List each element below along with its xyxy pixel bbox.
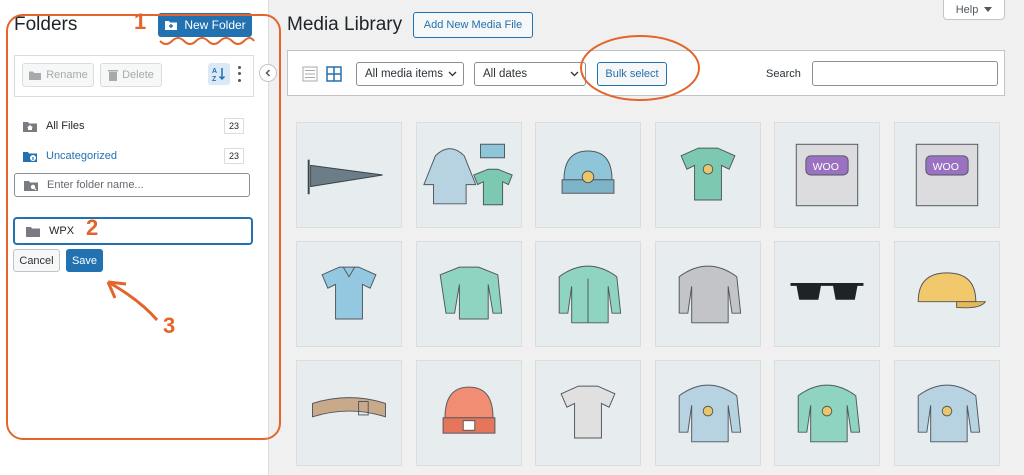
hoodie-blue-icon	[917, 384, 980, 443]
folder-count: 23	[224, 148, 244, 164]
save-button[interactable]: Save	[66, 249, 103, 272]
media-grid: WOO WOO	[296, 122, 1008, 466]
folder-name-input[interactable]	[45, 178, 239, 192]
folder-info-icon	[23, 151, 37, 162]
folder-label: All Files	[46, 120, 85, 132]
chevron-left-icon	[265, 69, 271, 77]
folder-plus-icon	[165, 21, 178, 30]
media-item[interactable]	[415, 241, 522, 347]
folder-item-all-files[interactable]: All Files 23	[22, 116, 244, 136]
trash-icon	[108, 70, 119, 81]
page-title: Media Library	[287, 14, 403, 35]
home-folder-icon	[23, 121, 37, 132]
media-item[interactable]	[296, 360, 402, 466]
grid-view-icon[interactable]	[325, 65, 343, 83]
media-item[interactable]	[535, 360, 641, 466]
svg-text:A: A	[212, 68, 217, 75]
folders-title: Folders	[14, 14, 78, 35]
add-new-media-button[interactable]: Add New Media File	[413, 12, 533, 38]
sort-az-icon: AZ	[212, 68, 226, 82]
long-sleeve-icon	[439, 266, 502, 320]
media-item[interactable]	[893, 241, 1000, 347]
new-folder-label: New Folder	[184, 18, 246, 32]
bulk-select-button[interactable]: Bulk select	[597, 62, 667, 86]
woo-album-icon: WOO	[915, 143, 978, 207]
beanie-icon	[561, 150, 615, 194]
sort-button[interactable]: AZ	[208, 63, 230, 85]
media-item[interactable]	[893, 360, 1000, 466]
media-item[interactable]	[774, 241, 880, 347]
media-item[interactable]	[415, 122, 522, 228]
folder-item-uncategorized[interactable]: Uncategorized 23	[22, 146, 244, 166]
help-button[interactable]: Help	[943, 0, 1005, 20]
media-item[interactable]	[654, 241, 761, 347]
caret-down-icon	[984, 7, 993, 12]
new-folder-button[interactable]: New Folder	[158, 13, 252, 37]
cap-icon	[917, 272, 986, 309]
polo-icon	[321, 266, 377, 320]
svg-text:WOO: WOO	[813, 161, 839, 173]
media-item[interactable]: WOO	[774, 122, 880, 228]
rename-label: Rename	[46, 69, 88, 81]
delete-button[interactable]: Delete	[100, 63, 162, 87]
rename-button[interactable]: Rename	[22, 63, 94, 87]
media-item[interactable]	[654, 360, 761, 466]
svg-text:Z: Z	[212, 76, 217, 82]
new-folder-field[interactable]	[14, 218, 252, 244]
tshirt-icon	[679, 147, 736, 201]
media-item[interactable]	[535, 241, 641, 347]
chevron-down-icon	[570, 71, 579, 77]
help-label: Help	[955, 3, 979, 16]
media-item[interactable]	[774, 360, 880, 466]
media-item[interactable]	[535, 122, 641, 228]
collapse-sidebar-button[interactable]	[259, 64, 277, 82]
delete-label: Delete	[122, 69, 154, 81]
list-view-icon[interactable]	[301, 65, 319, 83]
folder-count: 23	[224, 118, 244, 134]
hoodie-green-icon	[797, 384, 861, 443]
folder-edit-icon	[29, 71, 42, 80]
beanie-orange-icon	[442, 386, 495, 434]
media-item[interactable]	[415, 360, 522, 466]
woo-single-icon: WOO	[795, 143, 859, 207]
hoodie-gray-icon	[678, 265, 741, 324]
folder-icon	[26, 226, 40, 237]
hoodie-logo-icon	[678, 384, 741, 443]
folder-search-field[interactable]	[14, 173, 250, 197]
hoodie-zip-icon	[558, 265, 622, 324]
chevron-down-icon	[448, 71, 457, 77]
media-item[interactable]: WOO	[893, 122, 1000, 228]
media-item[interactable]	[296, 122, 402, 228]
tshirt-gray-icon	[560, 385, 616, 439]
media-item[interactable]	[654, 122, 761, 228]
more-options-icon[interactable]	[234, 64, 244, 84]
belt-icon	[312, 397, 386, 418]
media-type-select[interactable]: All media items	[356, 62, 464, 86]
media-type-value: All media items	[365, 68, 443, 80]
folder-label: Uncategorized	[46, 150, 117, 162]
sunglasses-icon	[790, 282, 864, 300]
media-search-input[interactable]	[812, 61, 998, 86]
cancel-button[interactable]: Cancel	[13, 249, 60, 272]
new-folder-name-input[interactable]	[49, 225, 89, 237]
dates-value: All dates	[483, 68, 528, 80]
folder-search-icon	[24, 180, 38, 191]
dates-select[interactable]: All dates	[474, 62, 586, 86]
pennant-icon	[307, 159, 383, 195]
media-item[interactable]	[296, 241, 402, 347]
search-label: Search	[766, 68, 801, 80]
hoodie-set-icon	[422, 143, 513, 206]
svg-text:WOO: WOO	[932, 161, 958, 173]
